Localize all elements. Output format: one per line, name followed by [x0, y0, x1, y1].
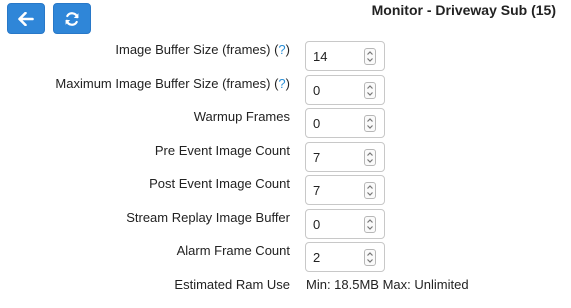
toolbar: Monitor - Driveway Sub (15) — [0, 0, 571, 36]
stepper-value: 0 — [313, 217, 320, 232]
field-label: Pre Event Image Count — [155, 143, 290, 158]
stepper-value: 14 — [313, 49, 327, 64]
back-button[interactable] — [7, 3, 45, 34]
field-row-image-buffer-size: Image Buffer Size (frames) (?) 14 — [0, 40, 571, 74]
stepper-value: 2 — [313, 250, 320, 265]
field-row-estimated-ram-use: Estimated Ram Use Min: 18.5MB Max: Unlim… — [0, 275, 571, 308]
image-buffer-size-stepper[interactable]: 14 — [305, 41, 385, 71]
field-label: Stream Replay Image Buffer — [126, 210, 290, 225]
max-image-buffer-size-stepper[interactable]: 0 — [305, 75, 385, 105]
post-event-image-count-stepper[interactable]: 7 — [305, 175, 385, 205]
field-label: Warmup Frames — [194, 109, 290, 124]
estimated-ram-value: Min: 18.5MB Max: Unlimited — [306, 277, 469, 292]
field-label: Alarm Frame Count — [177, 243, 290, 258]
stepper-value: 7 — [313, 150, 320, 165]
refresh-button[interactable] — [53, 3, 91, 34]
field-label-text: Image Buffer Size (frames) — [115, 42, 270, 57]
spinner-arrows-icon[interactable] — [364, 82, 376, 99]
page-title: Monitor - Driveway Sub (15) — [372, 2, 556, 18]
field-row-max-image-buffer-size: Maximum Image Buffer Size (frames) (?) 0 — [0, 74, 571, 108]
pre-event-image-count-stepper[interactable]: 7 — [305, 142, 385, 172]
stepper-value: 7 — [313, 183, 320, 198]
field-label: Estimated Ram Use — [174, 277, 290, 292]
refresh-icon — [64, 11, 80, 27]
spinner-arrows-icon[interactable] — [364, 115, 376, 132]
spinner-arrows-icon[interactable] — [364, 48, 376, 65]
spinner-arrows-icon[interactable] — [364, 182, 376, 199]
alarm-frame-count-stepper[interactable]: 2 — [305, 242, 385, 272]
buffers-form: Image Buffer Size (frames) (?) 14 Maximu… — [0, 40, 571, 308]
help-link[interactable]: ? — [278, 76, 285, 91]
field-row-post-event-image-count: Post Event Image Count 7 — [0, 174, 571, 208]
stepper-value: 0 — [313, 83, 320, 98]
spinner-arrows-icon[interactable] — [364, 249, 376, 266]
field-label: Image Buffer Size (frames) (?) — [115, 42, 290, 57]
field-row-pre-event-image-count: Pre Event Image Count 7 — [0, 141, 571, 175]
spinner-arrows-icon[interactable] — [364, 149, 376, 166]
stream-replay-image-buffer-stepper[interactable]: 0 — [305, 209, 385, 239]
field-label: Post Event Image Count — [149, 176, 290, 191]
field-label: Maximum Image Buffer Size (frames) (?) — [55, 76, 290, 91]
field-row-stream-replay-image-buffer: Stream Replay Image Buffer 0 — [0, 208, 571, 242]
arrow-left-icon — [18, 12, 34, 26]
field-row-alarm-frame-count: Alarm Frame Count 2 — [0, 241, 571, 275]
stepper-value: 0 — [313, 116, 320, 131]
field-row-warmup-frames: Warmup Frames 0 — [0, 107, 571, 141]
help-link[interactable]: ? — [278, 42, 285, 57]
field-label-text: Maximum Image Buffer Size (frames) — [55, 76, 270, 91]
spinner-arrows-icon[interactable] — [364, 216, 376, 233]
warmup-frames-stepper[interactable]: 0 — [305, 108, 385, 138]
